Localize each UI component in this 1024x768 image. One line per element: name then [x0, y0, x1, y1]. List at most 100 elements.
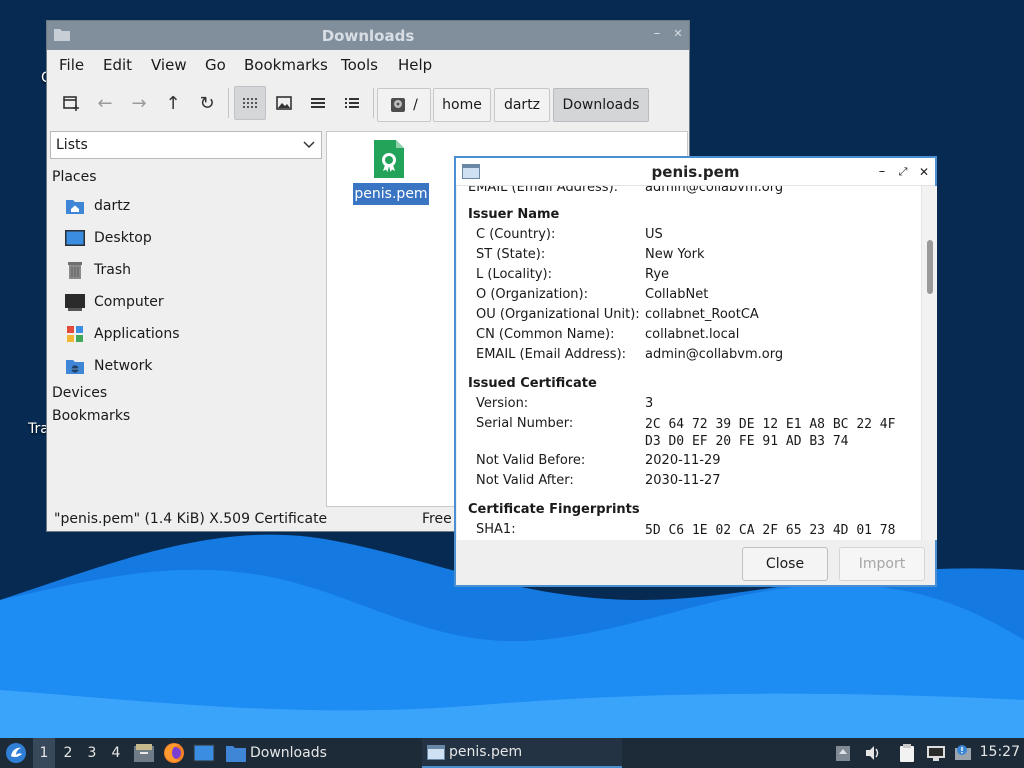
new-tab-button[interactable]	[55, 86, 87, 120]
menu-bookmarks[interactable]: Bookmarks	[244, 56, 328, 74]
issuer-org-unit-key: OU (Organizational Unit):	[476, 307, 640, 322]
issuer-country-value: US	[645, 227, 663, 242]
sidebar-item-label: Network	[94, 358, 153, 374]
quicklaunch-show-desktop[interactable]	[193, 738, 215, 768]
sidebar-item-applications[interactable]: Applications	[65, 322, 180, 346]
version-key: Version:	[476, 396, 529, 411]
breadcrumb-root[interactable]: /	[377, 88, 431, 122]
workspace-2[interactable]: 2	[57, 738, 79, 768]
computer-icon	[65, 294, 85, 311]
issuer-email-key: EMAIL (Email Address):	[476, 347, 627, 362]
workspace-1[interactable]: 1	[33, 738, 55, 768]
show-desktop-icon	[193, 744, 215, 762]
new-tab-icon	[63, 96, 79, 111]
task-penis-pem[interactable]: penis.pem	[422, 738, 622, 768]
dialog-titlebar[interactable]: penis.pem – ⤢ ✕	[456, 158, 935, 186]
status-selection-info: "penis.pem" (1.4 KiB) X.509 Certificate	[54, 511, 328, 527]
detailed-list-button[interactable]	[336, 86, 368, 120]
tray-notifications[interactable]	[953, 738, 973, 768]
tray-network[interactable]	[926, 738, 946, 768]
sidebar-item-trash[interactable]: Trash	[65, 258, 131, 282]
breadcrumb-root-label: /	[413, 97, 418, 113]
sidebar-item-dartz[interactable]: dartz	[65, 194, 130, 218]
sha1-key: SHA1:	[476, 522, 516, 537]
trash-icon	[68, 262, 82, 279]
minimize-icon[interactable]: –	[874, 164, 890, 180]
sidebar-item-label: Desktop	[94, 230, 152, 246]
breadcrumb-downloads[interactable]: Downloads	[553, 88, 649, 122]
sidebar-item-desktop[interactable]: Desktop	[65, 226, 152, 250]
issuer-organization-value: CollabNet	[645, 287, 709, 302]
close-icon[interactable]: ✕	[916, 164, 932, 180]
fingerprints-heading: Certificate Fingerprints	[468, 502, 640, 517]
start-menu-button[interactable]	[5, 738, 27, 768]
window-titlebar[interactable]: Downloads – ✕	[47, 21, 689, 50]
file-item[interactable]: penis.pem	[353, 138, 429, 205]
back-button[interactable]: ←	[89, 86, 121, 120]
thumbnail-view-button[interactable]	[268, 86, 300, 120]
chevron-down-icon	[303, 141, 315, 149]
issuer-common-name-key: CN (Common Name):	[476, 327, 615, 342]
issuer-email-value: admin@collabvm.org	[645, 347, 784, 362]
issuer-locality-key: L (Locality):	[476, 267, 552, 282]
reload-icon: ↻	[199, 92, 215, 114]
tray-volume[interactable]	[864, 738, 882, 768]
sidebar-item-label: Applications	[94, 326, 180, 342]
devices-header[interactable]: Devices	[52, 385, 107, 401]
up-button[interactable]: ↑	[157, 86, 189, 120]
not-valid-before-value: 2020-11-29	[645, 453, 721, 468]
quicklaunch-file-manager[interactable]	[133, 738, 155, 768]
places-header[interactable]: Places	[52, 169, 97, 185]
sidebar-item-computer[interactable]: Computer	[65, 290, 164, 314]
menu-file[interactable]: File	[59, 56, 84, 74]
menu-help[interactable]: Help	[398, 56, 432, 74]
certificate-details[interactable]: EMAIL (Email Address): admin@collabvm.or…	[457, 186, 937, 540]
sha1-value: 5D C6 1E 02 CA 2F 65 23 4D 01 78	[645, 523, 896, 538]
tray-clipboard[interactable]	[898, 738, 916, 768]
forward-button[interactable]: →	[123, 86, 155, 120]
file-name: penis.pem	[353, 183, 429, 205]
minimize-icon[interactable]: –	[649, 26, 665, 42]
task-downloads[interactable]: Downloads	[222, 738, 422, 768]
maximize-icon[interactable]: ⤢	[895, 164, 911, 180]
workspace-3[interactable]: 3	[81, 738, 103, 768]
partial-email-value: admin@collabvm.org	[645, 186, 784, 195]
compact-view-button[interactable]	[302, 86, 334, 120]
sidebar-item-network[interactable]: Network	[65, 354, 152, 378]
scrollbar-thumb[interactable]	[927, 240, 933, 294]
thumbnail-view-icon	[276, 96, 292, 110]
menu-tools[interactable]: Tools	[341, 56, 378, 74]
side-pane-mode-select[interactable]: Lists	[50, 131, 322, 159]
menu-edit[interactable]: Edit	[103, 56, 132, 74]
applications-icon	[67, 326, 83, 342]
close-icon[interactable]: ✕	[670, 26, 686, 42]
network-wired-icon	[927, 746, 945, 761]
menu-go[interactable]: Go	[205, 56, 226, 74]
volume-icon	[866, 746, 879, 760]
reload-button[interactable]: ↻	[191, 86, 223, 120]
window-title: Downloads	[321, 27, 415, 45]
clock[interactable]: 15:27	[980, 744, 1020, 760]
certificate-file-icon	[374, 140, 404, 178]
side-pane-mode-value: Lists	[56, 137, 88, 153]
bookmarks-header[interactable]: Bookmarks	[52, 408, 130, 424]
workspace-4[interactable]: 4	[105, 738, 127, 768]
detailed-list-icon	[345, 98, 359, 108]
menu-view[interactable]: View	[151, 56, 187, 74]
import-button[interactable]: Import	[839, 547, 925, 581]
home-folder-icon	[66, 200, 84, 214]
breadcrumb-dartz[interactable]: dartz	[494, 88, 550, 122]
close-button[interactable]: Close	[742, 547, 828, 581]
sidebar-item-label: Trash	[94, 262, 131, 278]
icon-view-button[interactable]	[234, 86, 266, 120]
quicklaunch-firefox[interactable]	[163, 738, 185, 768]
issuer-locality-value: Rye	[645, 267, 670, 282]
tray-updates[interactable]	[835, 738, 851, 768]
network-icon	[66, 360, 84, 374]
issuer-common-name-value: collabnet.local	[645, 327, 740, 342]
desktop-icon	[65, 230, 85, 246]
details-scrollbar[interactable]	[921, 186, 937, 540]
folder-icon	[226, 746, 246, 762]
breadcrumb-home[interactable]: home	[433, 88, 491, 122]
serial-number-line2: D3 D0 EF 20 FE 91 AD B3 74	[645, 434, 849, 449]
